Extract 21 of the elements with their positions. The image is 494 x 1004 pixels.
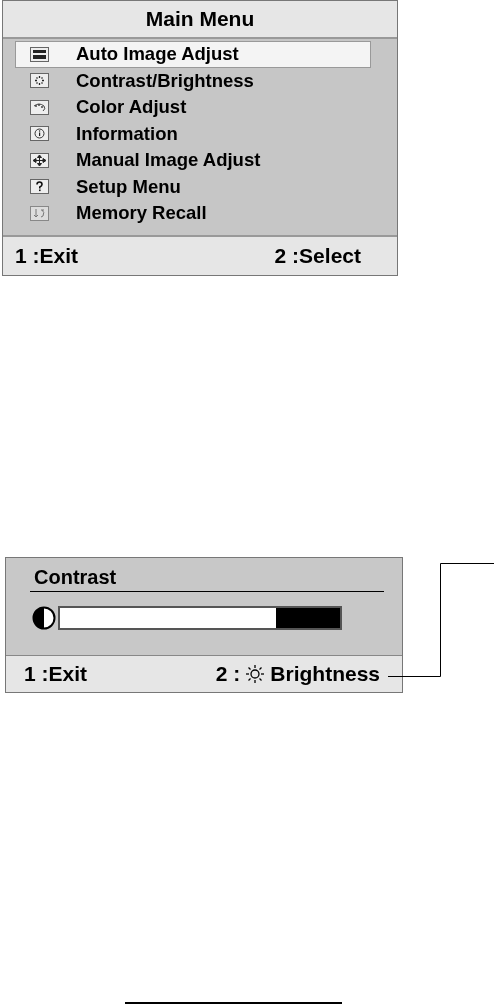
contrast-icon — [32, 606, 56, 630]
recall-icon — [30, 205, 49, 221]
move-arrows-icon — [30, 152, 49, 168]
exit-hint: 1 :Exit — [15, 244, 79, 268]
menu-item[interactable]: Manual Image Adjust — [15, 147, 371, 174]
key-hint: 2 : — [215, 662, 241, 687]
menu-item[interactable]: Color Adjust — [15, 94, 371, 121]
exit-hint: 1 :Exit — [24, 662, 88, 687]
menu-item[interactable]: Setup Menu — [15, 173, 371, 200]
contrast-slider[interactable] — [58, 606, 342, 630]
menu-item[interactable]: Memory Recall — [15, 200, 371, 227]
menu-item[interactable]: Contrast/Brightness — [15, 67, 371, 94]
sun-icon — [30, 73, 49, 89]
sun-icon — [245, 664, 266, 685]
menu-item[interactable]: Auto Image Adjust — [15, 41, 371, 68]
info-icon — [30, 126, 49, 142]
question-icon — [30, 179, 49, 195]
contrast-title: Contrast — [30, 566, 384, 592]
brightness-hint: Brightness — [270, 662, 380, 687]
menu-item[interactable]: Information — [15, 120, 371, 147]
select-hint: 2 :Select — [274, 244, 361, 268]
